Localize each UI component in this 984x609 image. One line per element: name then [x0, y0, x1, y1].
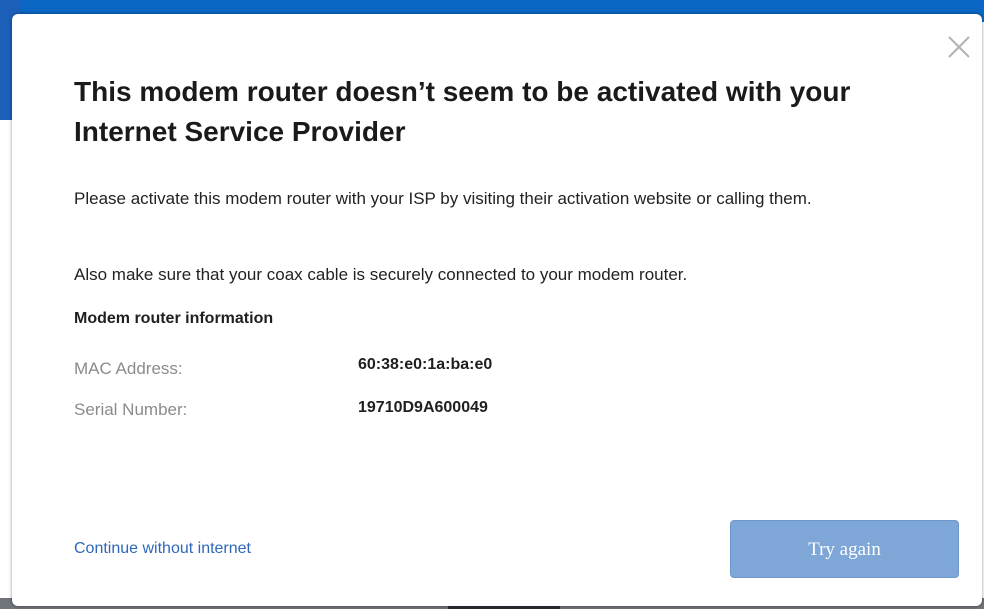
mac-address-value: 60:38:e0:1a:ba:e0	[358, 356, 493, 373]
serial-number-value: 19710D9A600049	[358, 399, 488, 416]
continue-without-internet-link[interactable]: Continue without internet	[74, 540, 251, 558]
try-again-button[interactable]: Try again	[730, 520, 959, 578]
dialog-title: This modem router doesn’t seem to be act…	[74, 76, 851, 147]
close-icon	[948, 36, 970, 58]
info-section-title: Modem router information	[74, 310, 274, 327]
close-button[interactable]	[944, 32, 974, 62]
activation-message: Please activate this modem router with y…	[74, 189, 812, 208]
coax-message: Also make sure that your coax cable is s…	[74, 265, 688, 284]
mac-address-label: MAC Address:	[74, 359, 183, 378]
serial-number-label: Serial Number:	[74, 400, 188, 419]
